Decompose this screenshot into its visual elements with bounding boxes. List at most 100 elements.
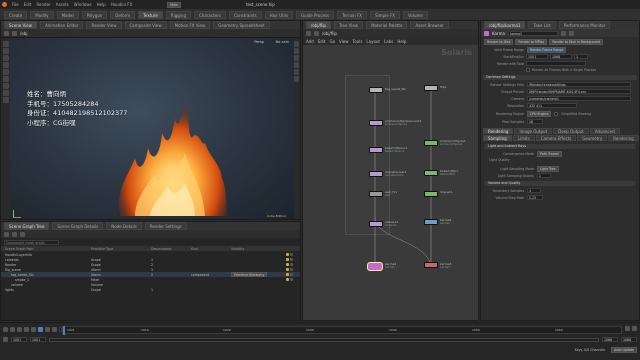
tab-network[interactable]: /obj/flip xyxy=(306,21,331,29)
menu-houdini-fx[interactable]: Houdini FX xyxy=(111,2,133,7)
shelf-tab[interactable]: Terrain FX xyxy=(337,10,368,19)
subtab-camera-effects[interactable]: Camera Effects xyxy=(535,135,577,141)
menu-assets[interactable]: Assets xyxy=(56,2,69,7)
table-row[interactable]: lights Scope 1 xyxy=(1,287,300,292)
scene-graph-search[interactable]: Component mesh graph xyxy=(4,240,59,245)
rendering-engine-menu[interactable]: CPU Engine xyxy=(527,111,552,117)
shelf-tab[interactable]: Rigging xyxy=(165,10,191,19)
snap-tool-icon[interactable] xyxy=(2,97,9,103)
convergence-menu[interactable]: Path Traced xyxy=(537,151,562,157)
network-menu-labs[interactable]: Labs xyxy=(384,39,393,44)
tab-performance-monitor[interactable]: Performance Monitor xyxy=(558,21,611,29)
subtab-rendering-2[interactable]: Rendering xyxy=(608,135,639,141)
tab-scene-graph-tree[interactable]: Scene Graph Tree xyxy=(4,222,50,230)
range-start-field[interactable]: 1001 xyxy=(11,337,27,342)
volume-quality-section[interactable]: Volume and Quality xyxy=(485,181,635,186)
play-icon[interactable] xyxy=(38,327,43,332)
select-tool-icon[interactable] xyxy=(2,41,9,47)
network-node[interactable] xyxy=(369,221,383,227)
desktop-selector[interactable]: Main xyxy=(167,1,181,8)
network-node[interactable] xyxy=(424,85,438,91)
shelf-tab[interactable]: Model xyxy=(56,10,79,19)
shelf-tab[interactable]: Deform xyxy=(110,10,136,19)
menu-help[interactable]: Help xyxy=(97,2,106,7)
tab-composite-view[interactable]: Composite View xyxy=(124,21,167,29)
range-slider[interactable] xyxy=(49,337,599,342)
last-frame-icon[interactable] xyxy=(52,327,57,332)
network-menu-add[interactable]: Add xyxy=(306,39,314,44)
menu-edit[interactable]: Edit xyxy=(24,2,32,7)
tab-geometry-spreadsheet[interactable]: Geometry Spreadsheet xyxy=(213,21,270,29)
shelf-tab[interactable]: Simple FX xyxy=(370,10,400,19)
tab-render-settings[interactable]: Render Settings xyxy=(144,222,187,230)
gear-icon[interactable] xyxy=(560,30,566,36)
light-indirect-section[interactable]: Light and Indirect Rays xyxy=(485,144,635,149)
network-node[interactable] xyxy=(369,191,383,197)
volume-step-field[interactable]: 0.25 xyxy=(527,195,543,200)
network-node[interactable] xyxy=(424,262,438,268)
first-frame-icon[interactable] xyxy=(10,327,15,332)
subtab-sampling[interactable]: Sampling xyxy=(483,135,512,141)
tab-scene-view[interactable]: Scene View xyxy=(4,21,37,29)
viewport-path[interactable]: /obj xyxy=(20,31,27,36)
move-tool-icon[interactable] xyxy=(2,48,9,54)
network-menu-help[interactable]: Help xyxy=(397,39,406,44)
subtab-advanced[interactable]: Advanced xyxy=(589,128,620,134)
lock-icon[interactable] xyxy=(290,263,293,266)
next-key-icon[interactable] xyxy=(45,327,50,332)
timeline-options-icon[interactable] xyxy=(632,326,637,331)
network-menu-view[interactable]: View xyxy=(339,39,349,44)
key-icon[interactable] xyxy=(625,326,630,331)
tab-scene-graph-details[interactable]: Scene Graph Details xyxy=(52,222,104,230)
valid-frame-range-menu[interactable]: Render Frame Range xyxy=(527,47,567,53)
stop-icon[interactable] xyxy=(31,327,36,332)
light-tool-icon[interactable] xyxy=(2,90,9,96)
playhead[interactable] xyxy=(63,326,65,335)
shelf-tab[interactable]: Create xyxy=(4,10,28,19)
play-reverse-icon[interactable] xyxy=(24,327,29,332)
network-node[interactable] xyxy=(424,219,438,225)
col-visibility[interactable]: Visibility xyxy=(231,247,271,251)
camera-field[interactable]: /cameras/camera1 xyxy=(527,96,631,101)
single-process-checkbox[interactable] xyxy=(526,68,530,72)
range-end-field-2[interactable]: 1068 xyxy=(621,337,637,342)
handle-tool-icon[interactable] xyxy=(2,69,9,75)
network-menu-tools[interactable]: Tools xyxy=(353,39,363,44)
prev-key-icon[interactable] xyxy=(17,327,22,332)
shelf-tab[interactable]: Characters xyxy=(193,10,226,19)
light-sampling-quality-field[interactable]: 1 xyxy=(537,173,551,178)
tab-motion-fx-view[interactable]: Motion FX View xyxy=(169,21,211,29)
network-menu-layout[interactable]: Layout xyxy=(366,39,380,44)
network-node[interactable] xyxy=(369,147,383,153)
tab-material-palette[interactable]: Material Palette xyxy=(366,21,408,29)
lock-icon[interactable] xyxy=(290,268,293,271)
network-menu-edit[interactable]: Edit xyxy=(318,39,326,44)
resolution-field[interactable]: 432 411 xyxy=(527,103,577,108)
range-start-field-2[interactable]: 1001 xyxy=(30,337,46,342)
realtime-toggle-icon[interactable] xyxy=(3,327,8,332)
render-settings-prim-field[interactable]: /Render/rendersettings xyxy=(527,82,631,87)
scale-tool-icon[interactable] xyxy=(2,62,9,68)
eye-icon[interactable] xyxy=(286,263,289,266)
menu-render[interactable]: Render xyxy=(36,2,50,7)
col-kind[interactable]: Kind xyxy=(191,247,231,251)
start-frame-field[interactable]: 1001 xyxy=(526,54,548,59)
shelf-tab[interactable]: Modify xyxy=(30,10,54,19)
tab-animation-editor[interactable]: Animation Editor xyxy=(39,21,84,29)
simplified-shading-checkbox[interactable] xyxy=(554,112,559,116)
eye-icon[interactable] xyxy=(286,278,289,281)
shelf-tab[interactable]: Constraints xyxy=(228,10,262,19)
subtab-image-output[interactable]: Image Output xyxy=(514,128,553,134)
network-node-selected[interactable] xyxy=(367,262,383,271)
back-arrow-icon[interactable] xyxy=(4,30,9,36)
subtab-limits[interactable]: Limits xyxy=(512,135,535,141)
range-lock-icon[interactable] xyxy=(3,337,8,342)
menu-windows[interactable]: Windows xyxy=(74,2,92,7)
render-to-mplay-button[interactable]: Render to MPlay xyxy=(515,39,548,45)
eye-icon[interactable] xyxy=(286,268,289,271)
network-canvas[interactable]: tag_seeds_flin smokeconfigurearound1 smo… xyxy=(303,45,478,320)
shelf-tab[interactable]: Hair Utils xyxy=(264,10,293,19)
render-background-button[interactable]: Render to Disk in Background xyxy=(549,39,603,45)
network-path[interactable]: /obj/flip xyxy=(322,31,337,36)
col-descendants[interactable]: Descendants xyxy=(151,247,191,251)
